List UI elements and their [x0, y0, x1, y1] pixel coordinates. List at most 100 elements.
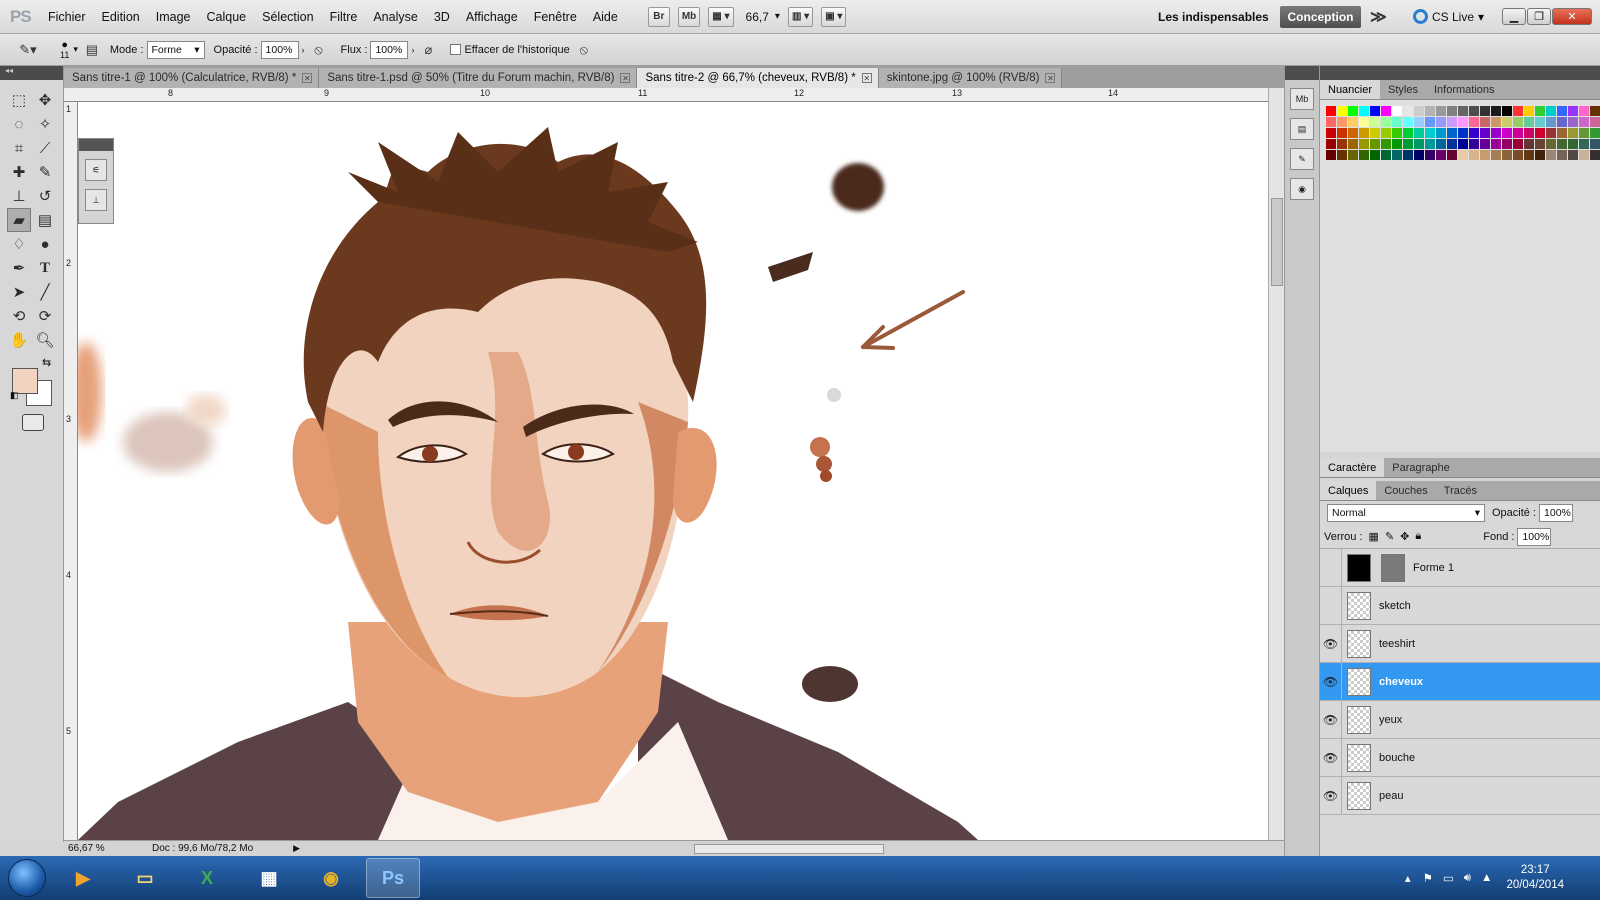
swatch[interactable] — [1425, 106, 1435, 116]
swatch[interactable] — [1491, 106, 1501, 116]
swatch[interactable] — [1469, 117, 1479, 127]
move-tool-icon[interactable]: ✥ — [33, 88, 57, 112]
swatch[interactable] — [1590, 150, 1600, 160]
tools-panel-header[interactable]: ◂◂ — [0, 66, 63, 80]
swatch[interactable] — [1458, 128, 1468, 138]
swatch[interactable] — [1447, 139, 1457, 149]
magic-wand-tool-icon[interactable]: ✧ — [33, 112, 57, 136]
swatch[interactable] — [1579, 128, 1589, 138]
close-icon[interactable]: ✕ — [620, 73, 631, 83]
swatch[interactable] — [1337, 139, 1347, 149]
apps-icon[interactable]: ▦ — [242, 858, 296, 898]
swatch[interactable] — [1535, 150, 1545, 160]
menu-fichier[interactable]: Fichier — [40, 10, 94, 24]
3d-rotate-tool-icon[interactable]: ⟲ — [7, 304, 31, 328]
visibility-eye-icon[interactable]: 👁︎ — [1320, 624, 1342, 663]
status-zoom[interactable]: 66,67 % — [68, 843, 116, 854]
eraser-tool-icon[interactable]: ▰ — [7, 208, 31, 232]
blur-tool-icon[interactable]: ♢ — [7, 232, 31, 256]
swatch[interactable] — [1414, 128, 1424, 138]
clone-source-icon[interactable]: ⊥ — [85, 189, 107, 211]
swatch[interactable] — [1513, 106, 1523, 116]
pen-pressure-size-icon[interactable]: ⦸ — [574, 40, 594, 60]
visibility-eye-icon[interactable]: 👁︎ — [1320, 738, 1342, 777]
swatch[interactable] — [1458, 150, 1468, 160]
swatch[interactable] — [1403, 117, 1413, 127]
swatch[interactable] — [1469, 106, 1479, 116]
eyedropper-tool-icon[interactable]: ⟋ — [33, 136, 57, 160]
tab-character[interactable]: Caractère — [1320, 458, 1385, 477]
swatch[interactable] — [1436, 139, 1446, 149]
swatch[interactable] — [1381, 150, 1391, 160]
minibridge-icon[interactable]: Mb — [1290, 88, 1314, 110]
swatch[interactable] — [1447, 150, 1457, 160]
tab-channels[interactable]: Couches — [1376, 481, 1435, 500]
type-tool-icon[interactable]: T — [33, 256, 57, 280]
swatch[interactable] — [1568, 139, 1578, 149]
hand-tool-icon[interactable]: ✋ — [7, 328, 31, 352]
line-tool-icon[interactable]: ╱ — [33, 280, 57, 304]
doc-tab-active[interactable]: Sans titre-2 @ 66,7% (cheveux, RVB/8) * ✕ — [637, 68, 879, 88]
swatch[interactable] — [1348, 139, 1358, 149]
clone-source-icon[interactable]: ◉ — [1290, 178, 1314, 200]
more-workspaces-icon[interactable]: ≫ — [1370, 7, 1387, 27]
gradient-tool-icon[interactable]: ▤ — [33, 208, 57, 232]
swatch[interactable] — [1370, 117, 1380, 127]
close-icon[interactable]: ✕ — [302, 73, 313, 83]
swatch[interactable] — [1403, 128, 1413, 138]
history-brush-tool-icon[interactable]: ✎▾ — [18, 40, 38, 60]
close-icon[interactable]: ✕ — [861, 73, 872, 83]
show-hidden-icons-icon[interactable]: ▴ — [1405, 871, 1411, 885]
visibility-eye-icon[interactable] — [1320, 548, 1342, 587]
visibility-eye-icon[interactable]: 👁︎ — [1320, 776, 1342, 815]
mini-panel-header[interactable] — [79, 139, 113, 151]
swatch[interactable] — [1392, 106, 1402, 116]
flow-slider-arrow-icon[interactable]: › — [411, 45, 414, 55]
swatch[interactable] — [1436, 117, 1446, 127]
view-extras-button[interactable]: ▦ ▾ — [708, 6, 734, 27]
swatch[interactable] — [1579, 150, 1589, 160]
swatch[interactable] — [1491, 117, 1501, 127]
vertical-ruler[interactable]: 1 2 3 4 5 — [64, 102, 78, 840]
action-center-icon[interactable]: ⚑ — [1423, 871, 1433, 885]
swatch[interactable] — [1513, 139, 1523, 149]
drive-icon[interactable]: ▲ — [1481, 872, 1492, 884]
start-button[interactable] — [8, 859, 46, 897]
swatch[interactable] — [1381, 139, 1391, 149]
swatch[interactable] — [1458, 139, 1468, 149]
tab-styles[interactable]: Styles — [1380, 80, 1426, 99]
lock-position-icon[interactable]: ✥ — [1400, 530, 1409, 543]
media-player-icon[interactable]: ▶ — [56, 858, 110, 898]
swatch[interactable] — [1436, 106, 1446, 116]
photoshop-taskbar-button[interactable]: Ps — [366, 858, 420, 898]
swatch[interactable] — [1535, 128, 1545, 138]
swatch[interactable] — [1546, 106, 1556, 116]
swatch[interactable] — [1557, 117, 1567, 127]
swatch[interactable] — [1414, 117, 1424, 127]
horizontal-ruler[interactable]: 8 9 10 11 12 13 14 — [64, 88, 1276, 102]
layer-row[interactable]: 👁︎ cheveux — [1320, 662, 1600, 701]
arrange-documents-button[interactable]: ▥ ▾ — [787, 6, 814, 27]
erase-history-checkbox[interactable] — [450, 44, 462, 55]
swatch[interactable] — [1491, 139, 1501, 149]
swatch[interactable] — [1381, 128, 1391, 138]
swatch[interactable] — [1392, 117, 1402, 127]
swatch[interactable] — [1359, 117, 1369, 127]
volume-icon[interactable]: 🔊︎ — [1464, 872, 1471, 885]
layer-row[interactable]: 👁︎ teeshirt — [1320, 624, 1600, 663]
screen-mode-button[interactable]: ▣ ▾ — [821, 6, 847, 27]
menu-filtre[interactable]: Filtre — [322, 10, 366, 24]
swatch[interactable] — [1436, 128, 1446, 138]
3d-orbit-tool-icon[interactable]: ⟳ — [33, 304, 57, 328]
swatch[interactable] — [1491, 128, 1501, 138]
swatch[interactable] — [1425, 128, 1435, 138]
swatch[interactable] — [1447, 128, 1457, 138]
swatch[interactable] — [1414, 106, 1424, 116]
swatch[interactable] — [1579, 117, 1589, 127]
swatch[interactable] — [1326, 139, 1336, 149]
lock-all-icon[interactable]: 🔒︎ — [1415, 530, 1421, 543]
close-icon[interactable]: ✕ — [1045, 73, 1056, 83]
chevron-down-icon[interactable]: ▾ — [775, 11, 780, 22]
dock-header[interactable] — [1285, 66, 1319, 80]
menu-analyse[interactable]: Analyse — [365, 10, 425, 24]
